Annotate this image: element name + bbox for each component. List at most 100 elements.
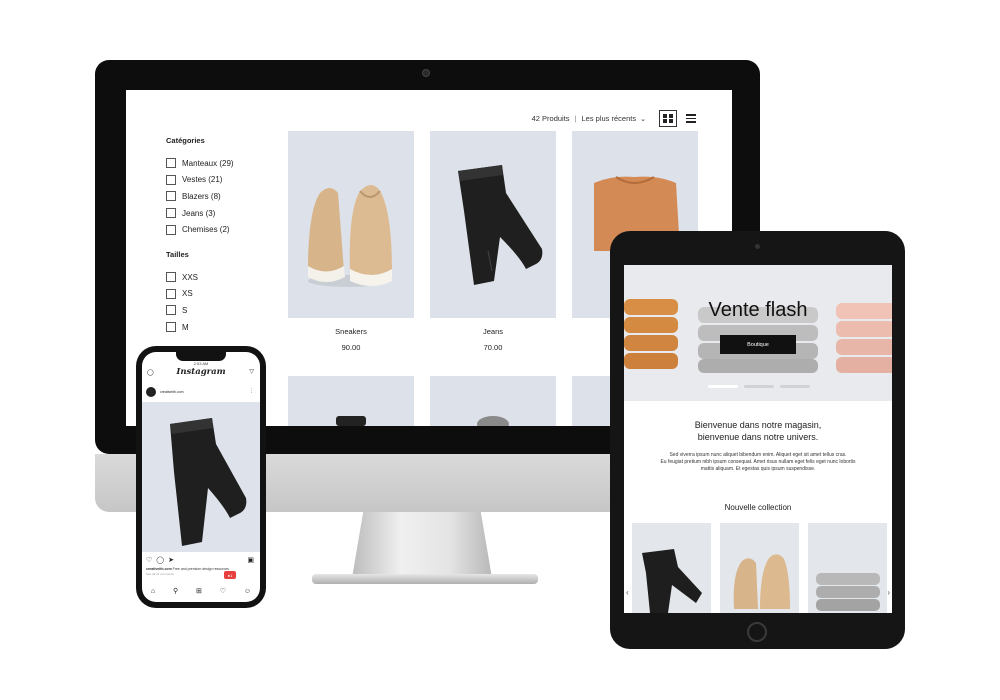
caption-text: Free and premium design resources xyxy=(172,567,229,571)
send-icon[interactable]: ▽ xyxy=(249,368,254,375)
share-icon[interactable]: ➤ xyxy=(168,557,174,564)
chevron-right-icon[interactable]: › xyxy=(887,588,890,597)
checkbox[interactable] xyxy=(166,208,176,219)
product-image[interactable] xyxy=(288,131,414,318)
filter-label: Chemises (2) xyxy=(182,225,230,235)
list-view-icon[interactable] xyxy=(686,114,696,123)
chevron-down-icon: ⌄ xyxy=(640,116,646,123)
filter-label: Vestes (21) xyxy=(182,175,223,185)
product-name[interactable]: Sneakers xyxy=(288,327,414,336)
product-price: 90.00 xyxy=(341,343,361,352)
home-icon[interactable]: ⌂ xyxy=(151,588,155,595)
shop-button[interactable]: Boutique xyxy=(720,335,796,354)
caption-username[interactable]: creativeith.com xyxy=(146,567,172,571)
post-image[interactable] xyxy=(142,402,260,552)
camera-icon xyxy=(755,244,760,249)
bottom-nav: ⌂ ⚲ ⊞ ♡ ☺ xyxy=(142,584,260,598)
filter-category-vestes[interactable]: Vestes (21) xyxy=(166,172,266,189)
grid-view-icon[interactable] xyxy=(659,110,677,127)
instagram-feed: 2:53 AM ◯ Instagram ▽ creativeith.com ⋮ … xyxy=(142,352,260,602)
hero-title: Vente flash xyxy=(708,299,808,321)
tablet-home-page: Vente flash Boutique Bienvenue dans notr… xyxy=(624,265,892,613)
carousel-dot[interactable] xyxy=(780,385,810,388)
chevron-left-icon[interactable]: ‹ xyxy=(626,588,629,597)
welcome-text: Sed viverra ipsum nunc aliquet bibendum … xyxy=(638,452,878,473)
collection-title: Nouvelle collection xyxy=(724,503,792,512)
product-card-sneakers[interactable]: Sneakers 90.00 xyxy=(288,131,414,352)
post-header[interactable]: creativeith.com xyxy=(146,387,184,397)
filter-label: XS xyxy=(182,289,193,299)
product-card[interactable] xyxy=(430,376,556,426)
filter-size-s[interactable]: S xyxy=(166,302,266,319)
notification-count: 1 xyxy=(230,572,233,578)
filter-label: XXS xyxy=(182,272,199,282)
carousel-dot[interactable] xyxy=(744,385,774,388)
filter-label: M xyxy=(182,322,189,332)
sort-label: Les plus récents xyxy=(581,114,637,123)
collection-item-jeans[interactable] xyxy=(632,523,711,613)
add-post-icon[interactable]: ⊞ xyxy=(196,587,202,595)
filter-category-blazers[interactable]: Blazers (8) xyxy=(166,188,266,205)
product-toolbar: 42 Produits | Les plus récents ⌄ xyxy=(532,110,696,127)
checkbox[interactable] xyxy=(166,174,176,185)
product-name[interactable]: Jeans xyxy=(430,327,556,336)
hero-banner: Vente flash Boutique xyxy=(624,265,892,401)
checkbox[interactable] xyxy=(166,305,176,316)
filter-size-m[interactable]: M xyxy=(166,319,266,336)
checkbox[interactable] xyxy=(166,191,176,202)
imac-stand xyxy=(352,512,492,578)
filter-category-manteaux[interactable]: Manteaux (29) xyxy=(166,155,266,172)
profile-icon[interactable]: ☺ xyxy=(244,588,251,595)
product-card[interactable] xyxy=(288,376,414,426)
phone-device: 2:53 AM ◯ Instagram ▽ creativeith.com ⋮ … xyxy=(136,346,266,608)
product-card-jeans[interactable]: Jeans 70.00 xyxy=(430,131,556,352)
home-button[interactable] xyxy=(747,622,767,642)
filter-category-jeans[interactable]: Jeans (3) xyxy=(166,205,266,222)
checkbox[interactable] xyxy=(166,158,176,169)
bookmark-icon[interactable]: ▣ xyxy=(247,557,254,564)
heart-icon[interactable]: ♡ xyxy=(146,557,152,564)
welcome-heading: Bienvenue dans notre magasin, bienvenue … xyxy=(624,419,892,443)
tablet-device: Vente flash Boutique Bienvenue dans notr… xyxy=(610,231,905,649)
carousel-dot-active[interactable] xyxy=(708,385,738,388)
filter-sidebar: Catégories Manteaux (29) Vestes (21) Bla… xyxy=(166,136,266,335)
filter-label: Blazers (8) xyxy=(182,191,221,201)
product-image[interactable] xyxy=(430,131,556,318)
carousel-dots xyxy=(708,385,810,388)
post-username[interactable]: creativeith.com xyxy=(160,390,184,394)
post-actions: ♡ ◯ ➤ xyxy=(146,557,174,564)
post-caption: creativeith.com Free and premium design … xyxy=(146,567,229,571)
search-icon[interactable]: ⚲ xyxy=(173,587,178,595)
welcome-line: bienvenue dans notre univers. xyxy=(697,432,819,442)
product-image[interactable] xyxy=(288,376,414,426)
text-line: mattis aliquam. Et egestas quis ipsum su… xyxy=(700,466,816,472)
checkbox[interactable] xyxy=(166,224,176,235)
sizes-title: Tailles xyxy=(166,249,189,259)
product-image[interactable] xyxy=(430,376,556,426)
notification-badge: ● 1 xyxy=(224,571,236,579)
text-line: Eu feugiat pretium nibh ipsum consequat.… xyxy=(660,459,856,465)
filter-label: S xyxy=(182,305,188,315)
collection-item-sneakers[interactable] xyxy=(720,523,799,613)
sort-dropdown[interactable]: Les plus récents ⌄ xyxy=(582,114,647,123)
comment-icon[interactable]: ◯ xyxy=(156,557,164,564)
filter-category-chemises[interactable]: Chemises (2) xyxy=(166,221,266,238)
product-count: 42 Produits xyxy=(531,114,570,123)
collection-item-sweaters[interactable] xyxy=(808,523,887,613)
checkbox[interactable] xyxy=(166,288,176,299)
toolbar-separator: | xyxy=(574,114,577,123)
text-line: Sed viverra ipsum nunc aliquet bibendum … xyxy=(669,452,847,458)
phone-notch xyxy=(176,352,226,361)
filter-label: Manteaux (29) xyxy=(182,158,234,168)
view-comments-link[interactable]: See all 31 comments xyxy=(146,572,174,576)
filter-size-xxs[interactable]: XXS xyxy=(166,269,266,286)
more-icon[interactable]: ⋮ xyxy=(249,388,254,394)
app-logo: Instagram xyxy=(176,367,226,377)
checkbox[interactable] xyxy=(166,272,176,283)
status-time: 2:53 AM xyxy=(193,361,209,366)
filter-size-xs[interactable]: XS xyxy=(166,286,266,303)
heart-icon[interactable]: ♡ xyxy=(220,587,226,595)
categories-title: Catégories xyxy=(166,136,205,145)
checkbox[interactable] xyxy=(166,322,176,333)
avatar[interactable] xyxy=(146,387,156,397)
